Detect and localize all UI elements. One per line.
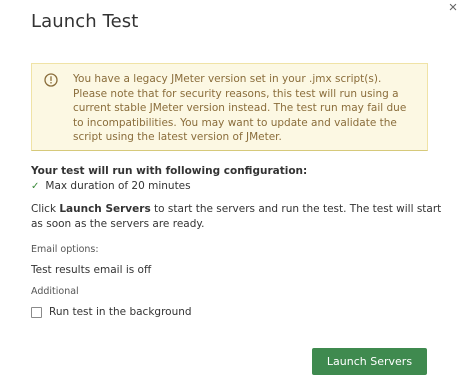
additional-label: Additional — [31, 286, 79, 297]
launch-info-text: Click Launch Servers to start the server… — [31, 202, 446, 232]
configuration-item: ✓ Max duration of 20 minutes — [31, 180, 191, 192]
launch-servers-button[interactable]: Launch Servers — [312, 348, 427, 375]
email-options-label: Email options: — [31, 244, 99, 255]
launch-test-dialog: Launch Test × You have a legacy JMeter v… — [0, 0, 467, 389]
legacy-jmeter-warning: You have a legacy JMeter version set in … — [31, 63, 428, 151]
configuration-heading: Your test will run with following config… — [31, 165, 308, 177]
exclamation-circle-icon — [44, 73, 58, 87]
run-in-background-checkbox[interactable] — [31, 306, 42, 318]
run-in-background-label[interactable]: Run test in the background — [49, 306, 192, 318]
launch-info-prefix: Click — [31, 203, 60, 215]
warning-message: You have a legacy JMeter version set in … — [73, 73, 407, 143]
configuration-item-label: Max duration of 20 minutes — [45, 180, 191, 192]
email-options-value: Test results email is off — [31, 264, 152, 276]
header-divider — [0, 48, 467, 49]
run-in-background-option[interactable]: Run test in the background — [31, 306, 192, 318]
close-icon[interactable]: × — [447, 0, 459, 15]
launch-info-emphasis: Launch Servers — [59, 203, 151, 215]
checkmark-icon: ✓ — [31, 181, 40, 192]
dialog-title: Launch Test — [31, 11, 139, 32]
